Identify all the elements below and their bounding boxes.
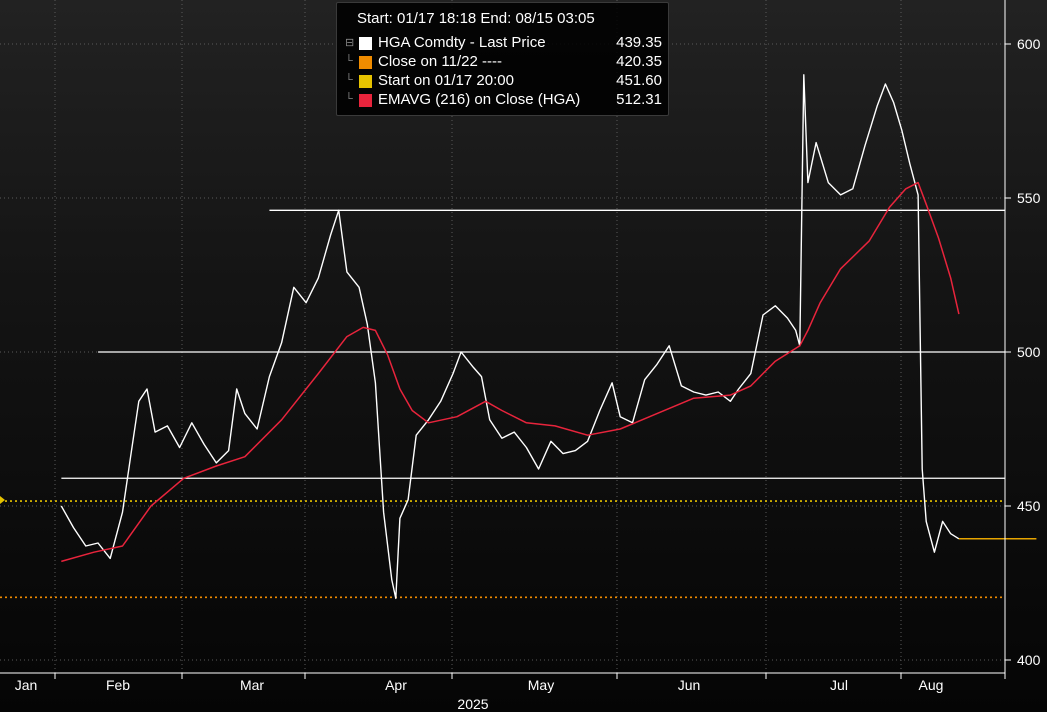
y-tick-label: 600: [1017, 36, 1041, 52]
legend-value: 439.35: [616, 34, 662, 51]
legend-swatch: [359, 94, 372, 107]
x-axis-label: 2025: [457, 696, 488, 712]
x-tick-label: May: [528, 677, 554, 693]
tree-branch-icon: └: [345, 55, 353, 67]
legend-row: └ EMAVG (216) on Close (HGA) 512.31: [337, 91, 670, 110]
tree-branch-icon: └: [345, 74, 353, 86]
legend-row: ⊟ HGA Comdty - Last Price 439.35: [337, 34, 670, 53]
collapse-icon[interactable]: ⊟: [345, 36, 354, 49]
price-line: [60, 74, 960, 600]
legend-value: 451.60: [616, 72, 662, 89]
x-tick-label: Mar: [240, 677, 264, 693]
tree-branch-icon: └: [345, 93, 353, 105]
legend-label: EMAVG (216) on Close (HGA): [378, 91, 581, 108]
y-tick-label: 450: [1017, 498, 1041, 514]
legend-panel: Start: 01/17 18:18 End: 08/15 03:05 ⊟ HGA…: [336, 2, 669, 116]
legend-row: └ Close on 11/22 ---- 420.35: [337, 53, 670, 72]
y-tick-label: 400: [1017, 652, 1041, 668]
x-tick-label: Jun: [678, 677, 701, 693]
y-tick-label: 550: [1017, 190, 1041, 206]
legend-label: Close on 11/22 ----: [378, 53, 502, 70]
legend-value: 512.31: [616, 91, 662, 108]
start-marker: [0, 496, 5, 504]
legend-swatch: [359, 37, 372, 50]
legend-swatch: [359, 56, 372, 69]
legend-value: 420.35: [616, 53, 662, 70]
x-tick-label: Aug: [919, 677, 944, 693]
legend-header: Start: 01/17 18:18 End: 08/15 03:05: [357, 10, 595, 27]
x-tick-label: Apr: [385, 677, 407, 693]
x-tick-label: Jan: [15, 677, 38, 693]
ema-line: [61, 181, 960, 563]
legend-label: Start on 01/17 20:00: [378, 72, 514, 89]
x-tick-label: Jul: [830, 677, 848, 693]
y-tick-label: 500: [1017, 344, 1041, 360]
legend-row: └ Start on 01/17 20:00 451.60: [337, 72, 670, 91]
legend-label: HGA Comdty - Last Price: [378, 34, 546, 51]
legend-swatch: [359, 75, 372, 88]
x-tick-label: Feb: [106, 677, 130, 693]
